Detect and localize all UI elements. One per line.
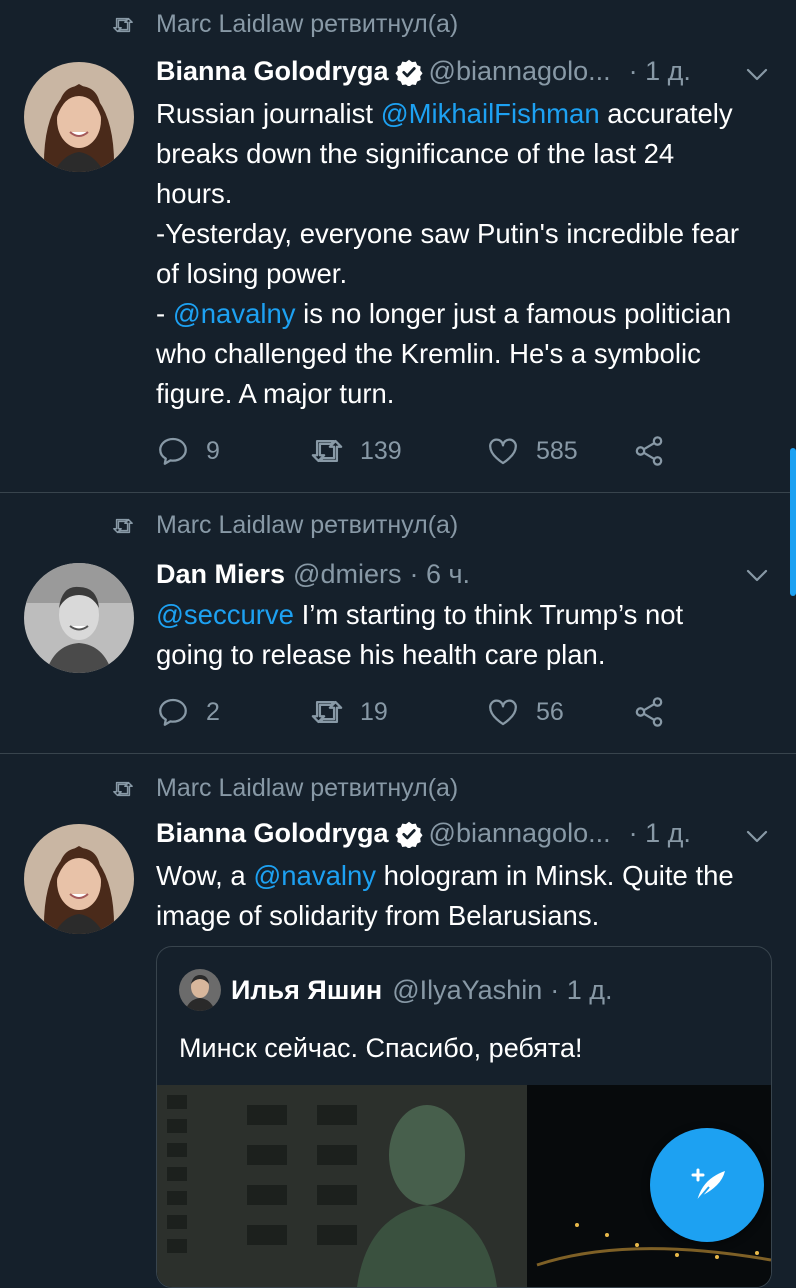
- tweet-header: Bianna Golodryga @biannagolo... · 1 д.: [156, 818, 766, 849]
- retweet-count: 19: [360, 697, 388, 726]
- quoted-tweet-time: · 1 д.: [550, 974, 613, 1005]
- reply-count: 2: [206, 697, 220, 726]
- retweet-context-label: Marc Laidlaw ретвитнул(а): [156, 774, 459, 802]
- scrollbar[interactable]: [790, 448, 796, 596]
- mention-link[interactable]: @seccurve: [156, 599, 294, 630]
- quoted-author-name[interactable]: Илья Яшин: [231, 975, 382, 1006]
- author-name[interactable]: Bianna Golodryga: [156, 56, 389, 87]
- retweet-context: Marc Laidlaw ретвитнул(а): [110, 10, 458, 39]
- reply-icon: [156, 695, 190, 729]
- reply-button[interactable]: 2: [156, 695, 310, 729]
- compose-tweet-icon: [691, 1168, 725, 1202]
- tweet-time[interactable]: · 1 д.: [629, 818, 691, 849]
- reply-button[interactable]: 9: [156, 434, 310, 468]
- quoted-tweet[interactable]: Илья Яшин @IlyaYashin · 1 д. Минск сейча…: [156, 946, 772, 1288]
- tweet-text-segment: -: [156, 298, 173, 329]
- tweet-text: @seccurve I’m starting to think Trump’s …: [156, 595, 756, 675]
- author-handle[interactable]: @biannagolo...: [429, 818, 611, 849]
- reply-icon: [156, 434, 190, 468]
- verified-badge-icon: [395, 820, 423, 848]
- retweet-icon: [110, 14, 136, 36]
- avatar[interactable]: [24, 62, 134, 172]
- author-handle[interactable]: @biannagolo...: [429, 56, 611, 87]
- compose-tweet-button[interactable]: [650, 1128, 764, 1242]
- retweet-button[interactable]: 19: [310, 695, 486, 729]
- verified-badge-icon: [395, 58, 423, 86]
- tweet-header: Bianna Golodryga @biannagolo... · 1 д.: [156, 56, 766, 87]
- tweet-time[interactable]: · 1 д.: [629, 56, 691, 87]
- retweet-icon: [110, 778, 136, 800]
- author-handle[interactable]: @dmiers: [293, 559, 401, 590]
- tweet-text-segment: Wow, a: [156, 860, 254, 891]
- chevron-down-icon[interactable]: [746, 830, 768, 844]
- mention-link[interactable]: @navalny: [173, 298, 296, 329]
- quoted-author-handle[interactable]: @IlyaYashin: [392, 975, 542, 1006]
- tweet[interactable]: Marc Laidlaw ретвитнул(а) Bianna Golodry…: [0, 0, 796, 493]
- author-name[interactable]: Bianna Golodryga: [156, 818, 389, 849]
- retweet-icon: [310, 434, 344, 468]
- like-icon: [486, 434, 520, 468]
- tweet-actions: 9 139 585: [156, 434, 682, 468]
- tweet-text: Wow, a @navalny hologram in Minsk. Quite…: [156, 856, 756, 936]
- tweet-time[interactable]: · 6 ч.: [409, 559, 470, 590]
- retweet-icon: [310, 695, 344, 729]
- share-icon: [632, 695, 666, 729]
- tweet-text: Russian journalist @MikhailFishman accur…: [156, 94, 756, 414]
- retweet-icon: [110, 515, 136, 537]
- tweet-text-segment: -Yesterday, everyone saw Putin's incredi…: [156, 218, 740, 289]
- like-count: 56: [536, 697, 564, 726]
- like-button[interactable]: 585: [486, 434, 632, 468]
- like-button[interactable]: 56: [486, 695, 632, 729]
- retweet-context: Marc Laidlaw ретвитнул(а): [110, 774, 458, 803]
- author-name[interactable]: Dan Miers: [156, 559, 285, 590]
- share-button[interactable]: [632, 695, 682, 729]
- retweet-context-label: Marc Laidlaw ретвитнул(а): [156, 10, 459, 38]
- retweet-count: 139: [360, 436, 402, 465]
- retweet-button[interactable]: 139: [310, 434, 486, 468]
- tweet-text-segment: Russian journalist: [156, 98, 381, 129]
- retweet-context: Marc Laidlaw ретвитнул(а): [110, 511, 458, 540]
- like-icon: [486, 695, 520, 729]
- tweet-actions: 2 19 56: [156, 695, 682, 729]
- avatar[interactable]: [24, 563, 134, 673]
- quoted-tweet-header: Илья Яшин @IlyaYashin · 1 д.: [179, 969, 613, 1011]
- mention-link[interactable]: @MikhailFishman: [381, 98, 600, 129]
- reply-count: 9: [206, 436, 220, 465]
- tweet[interactable]: Marc Laidlaw ретвитнул(а) Dan Miers @dmi…: [0, 493, 796, 754]
- chevron-down-icon[interactable]: [746, 68, 768, 82]
- quoted-tweet-text: Минск сейчас. Спасибо, ребята!: [179, 1033, 583, 1063]
- share-icon: [632, 434, 666, 468]
- mention-link[interactable]: @navalny: [253, 860, 376, 891]
- retweet-context-label: Marc Laidlaw ретвитнул(а): [156, 511, 459, 539]
- quoted-author-avatar[interactable]: [179, 969, 221, 1011]
- like-count: 585: [536, 436, 578, 465]
- avatar[interactable]: [24, 824, 134, 934]
- chevron-down-icon[interactable]: [746, 569, 768, 583]
- tweet-header: Dan Miers @dmiers · 6 ч.: [156, 559, 766, 590]
- share-button[interactable]: [632, 434, 682, 468]
